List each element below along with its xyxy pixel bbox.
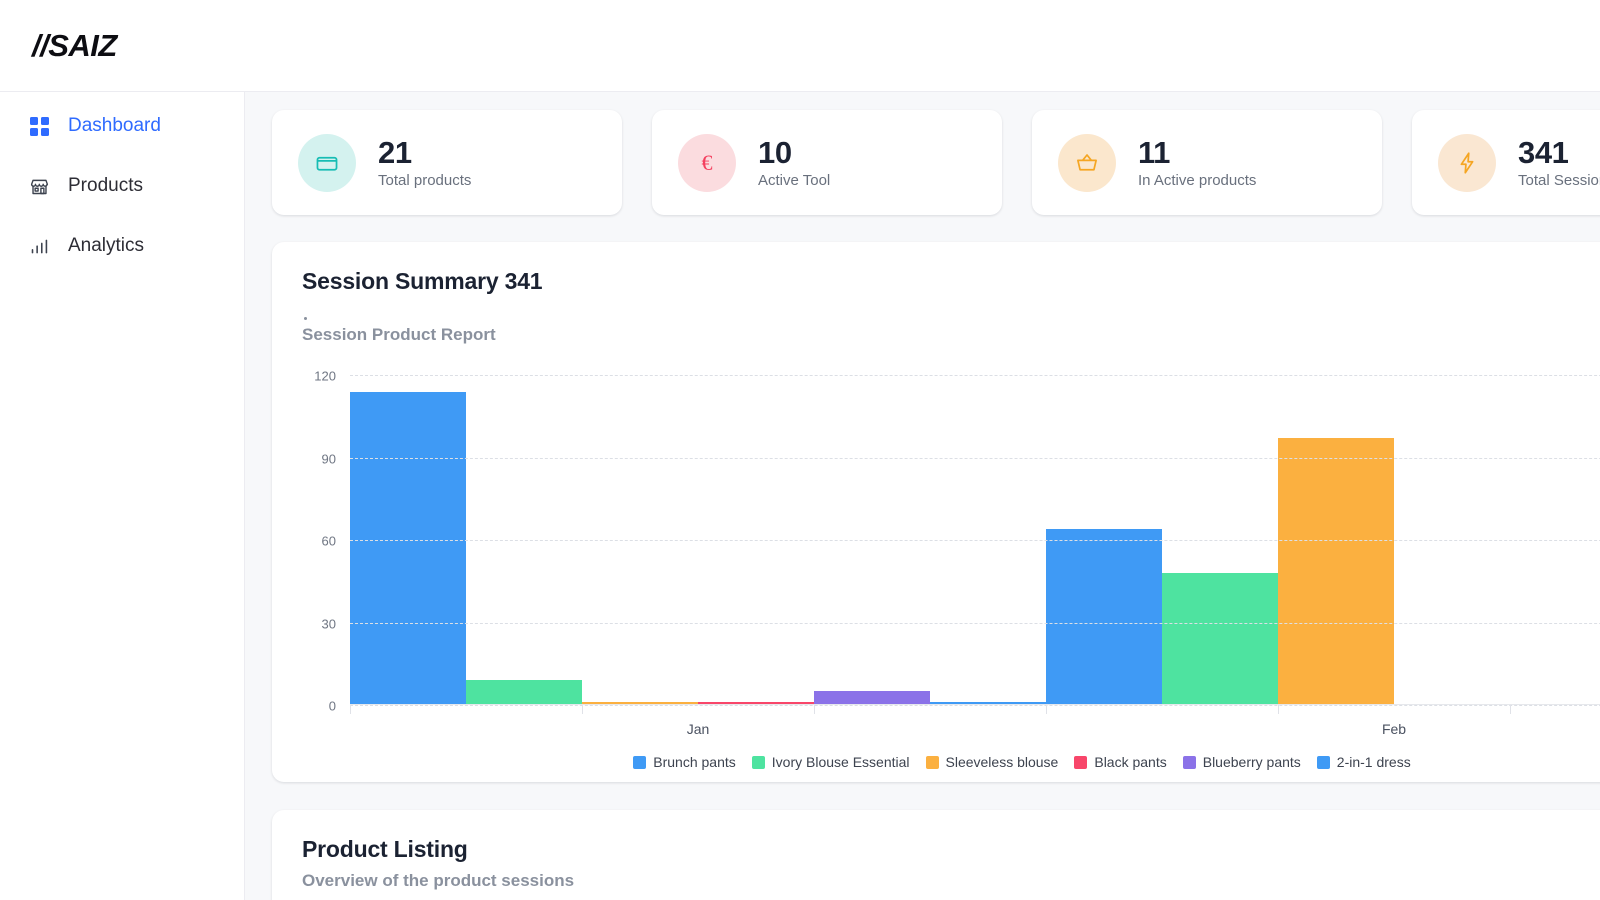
sidebar: Dashboard Products Analytics (0, 92, 245, 900)
chart-plot[interactable]: 0 30 60 90 120 Jan Feb (314, 369, 1600, 737)
stat-value: 10 (758, 134, 792, 170)
legend-item[interactable]: Black pants (1074, 754, 1167, 770)
stat-label: Total Sessions (1518, 172, 1600, 190)
chart-bar[interactable] (1046, 529, 1162, 705)
legend-swatch (633, 755, 647, 769)
chart-gridline: 30 (322, 616, 1600, 631)
y-axis-tick-label: 0 (328, 698, 336, 714)
x-axis-tick (1278, 705, 1279, 714)
stat-icon-circle (1438, 133, 1496, 192)
chart-bar[interactable] (814, 691, 930, 705)
legend-item[interactable]: Ivory Blouse Essential (751, 754, 910, 770)
y-axis-tick-label: 60 (321, 533, 336, 549)
sidebar-item-products[interactable]: Products (0, 164, 244, 208)
stat-text: 341 Total Sessions (1518, 134, 1600, 190)
sidebar-item-dashboard[interactable]: Dashboard (0, 104, 244, 148)
chart-gridline: 90 (322, 451, 1600, 466)
legend-swatch (1316, 755, 1330, 769)
x-axis-tick-label: Feb (1381, 721, 1407, 737)
brand-logo[interactable]: //SAIZ (32, 28, 117, 64)
legend-label: Ivory Blouse Essential (771, 754, 910, 770)
bar-chart-icon (28, 235, 50, 257)
x-axis-tick (582, 705, 583, 714)
legend-label: 2-in-1 dress (1336, 754, 1411, 770)
stat-icon-circle (1058, 133, 1116, 192)
legend-item[interactable]: Brunch pants (633, 754, 736, 770)
stat-value: 21 (378, 134, 412, 170)
grid-icon (28, 115, 50, 137)
storefront-icon (28, 175, 50, 197)
decorative-dot (304, 317, 307, 320)
stat-card-total-products[interactable]: 21 Total products (272, 110, 622, 215)
y-axis-tick-label: 120 (314, 368, 336, 384)
stat-card-inactive-products[interactable]: 11 In Active products (1032, 110, 1382, 215)
page-title: Session Summary 341 (302, 268, 543, 294)
session-summary-panel: Session Summary 341 Session Product Repo… (272, 242, 1600, 782)
top-bar: //SAIZ (0, 0, 1600, 92)
chart-bar[interactable] (350, 391, 466, 705)
basket-icon (1077, 153, 1097, 171)
main-content: 21 Total products € 10 Active Tool 11 In… (245, 92, 1600, 900)
legend-swatch (751, 755, 765, 769)
stat-text: 21 Total products (378, 134, 472, 190)
stat-label: In Active products (1138, 172, 1257, 190)
stats-row: 21 Total products € 10 Active Tool 11 In… (245, 92, 1600, 215)
listing-title: Product Listing (302, 836, 468, 862)
legend-item[interactable]: Blueberry pants (1182, 754, 1301, 770)
y-axis-tick-label: 30 (321, 616, 336, 631)
stat-text: 10 Active Tool (758, 134, 831, 190)
chart-bar[interactable] (1162, 573, 1278, 705)
stat-icon-circle (298, 133, 356, 192)
chart-gridline: 120 (314, 369, 1600, 384)
chart-gridline: 60 (322, 534, 1600, 549)
sidebar-item-label: Products (68, 175, 143, 196)
wallet-icon (316, 156, 338, 171)
legend-swatch (1182, 755, 1196, 769)
euro-icon: € (701, 149, 713, 175)
legend-label: Blueberry pants (1202, 754, 1301, 770)
chart-subtitle: Session Product Report (302, 325, 496, 344)
chart-gridline: 0 (329, 699, 1600, 714)
legend-label: Brunch pants (653, 754, 736, 770)
stat-label: Total products (378, 172, 472, 190)
sidebar-item-analytics[interactable]: Analytics (0, 224, 244, 268)
chart-area: 0 30 60 90 120 Jan Feb (302, 367, 1600, 737)
x-axis-tick (1510, 705, 1511, 714)
stat-text: 11 In Active products (1138, 134, 1257, 190)
x-axis-tick-label: Jan (686, 721, 710, 737)
chart-bar[interactable] (1278, 438, 1394, 705)
chart-legend: Brunch pants Ivory Blouse Essential Sleeve… (272, 754, 1600, 770)
y-axis-tick-label: 90 (321, 451, 336, 466)
stat-card-active-tool[interactable]: € 10 Active Tool (652, 110, 1002, 215)
listing-subtitle: Overview of the product sessions (302, 871, 575, 890)
stat-card-total-sessions[interactable]: 341 Total Sessions (1412, 110, 1600, 215)
x-axis-tick (814, 705, 815, 714)
stat-icon-circle: € (678, 133, 736, 192)
legend-swatch (1074, 755, 1088, 769)
legend-label: Black pants (1094, 754, 1167, 770)
stat-value: 11 (1138, 134, 1170, 170)
legend-item[interactable]: Sleeveless blouse (925, 754, 1059, 770)
product-listing-panel: Product Listing Overview of the product … (272, 810, 1600, 900)
sidebar-item-label: Analytics (68, 235, 145, 256)
dashboard-page: //SAIZ Dashboard Products Analytics 21 T… (0, 0, 1600, 900)
stat-label: Active Tool (758, 172, 831, 190)
lightning-icon (1460, 151, 1474, 174)
sidebar-item-label: Dashboard (68, 115, 161, 136)
legend-item[interactable]: 2-in-1 dress (1316, 754, 1411, 770)
stat-value: 341 (1518, 134, 1569, 170)
x-axis-tick (350, 705, 351, 714)
legend-swatch (925, 755, 939, 769)
x-axis-tick (1046, 705, 1047, 714)
chart-bar[interactable] (466, 680, 582, 705)
legend-label: Sleeveless blouse (945, 754, 1059, 770)
